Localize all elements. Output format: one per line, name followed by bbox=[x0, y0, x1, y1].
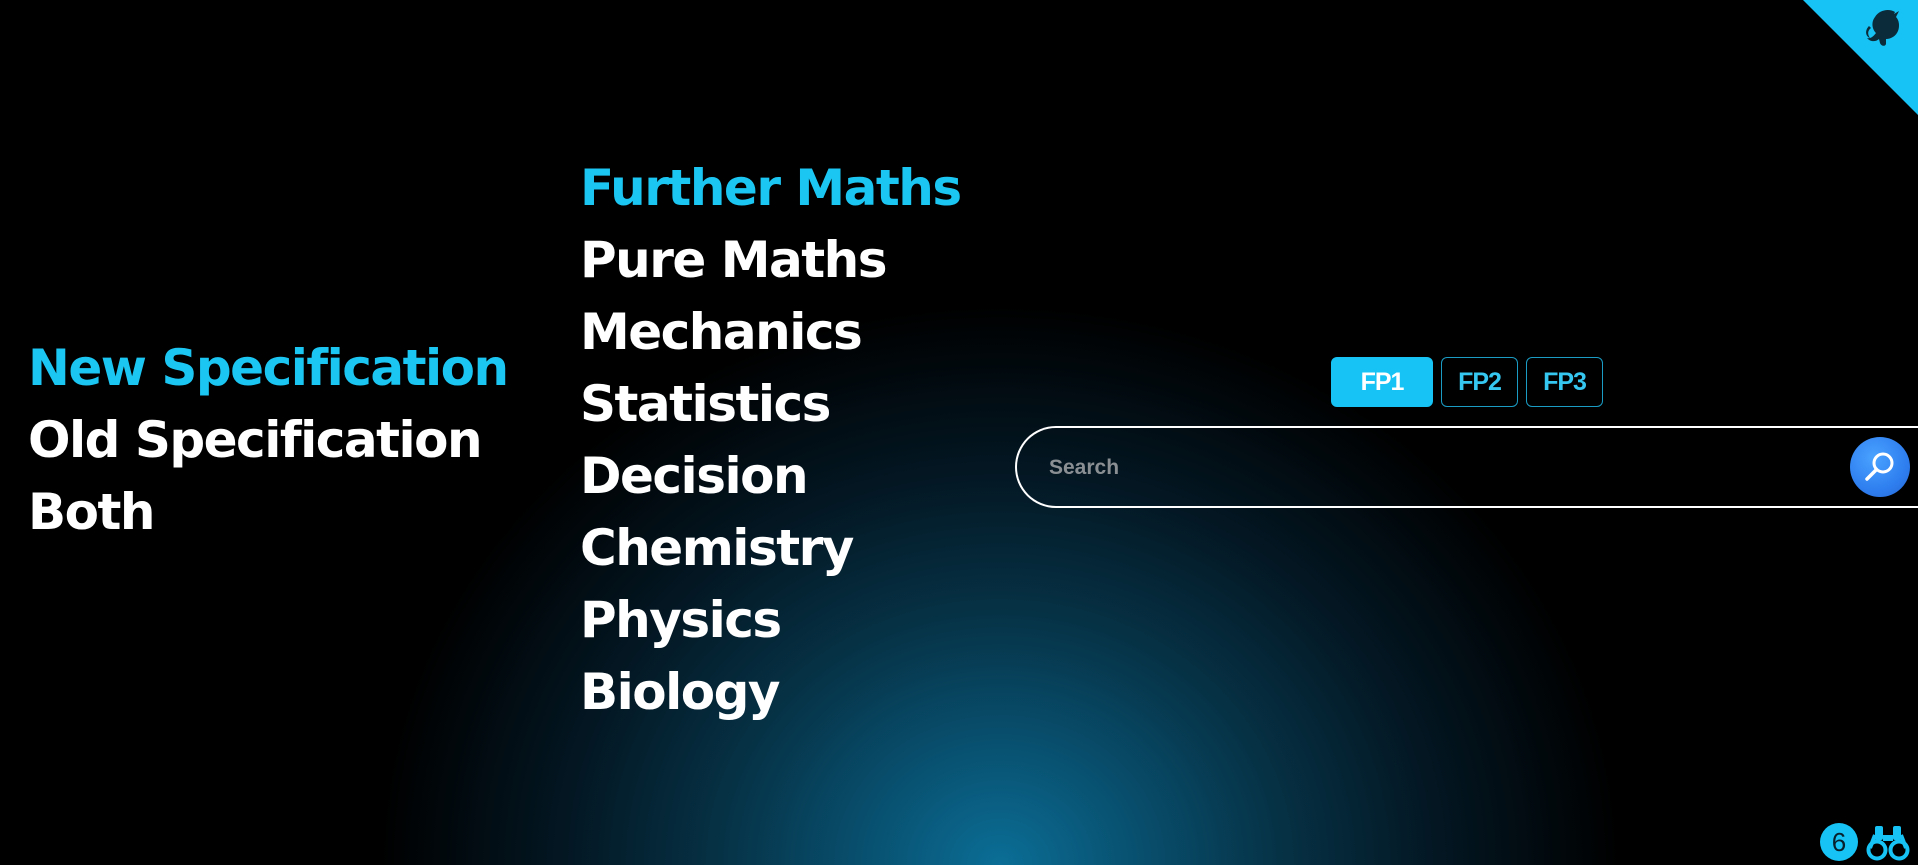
specification-menu: New Specification Old Specification Both bbox=[28, 332, 509, 548]
tab-fp2[interactable]: FP2 bbox=[1441, 357, 1518, 407]
count-badge[interactable]: 6 bbox=[1820, 823, 1858, 861]
subject-item-further-maths[interactable]: Further Maths bbox=[580, 152, 962, 224]
search-bar bbox=[1015, 426, 1918, 508]
module-tabs: FP1 FP2 FP3 bbox=[1331, 357, 1603, 407]
binoculars-icon[interactable] bbox=[1866, 823, 1910, 861]
tab-fp3[interactable]: FP3 bbox=[1526, 357, 1603, 407]
subject-item-mechanics[interactable]: Mechanics bbox=[580, 296, 961, 368]
tab-fp1[interactable]: FP1 bbox=[1331, 357, 1433, 407]
subject-item-chemistry[interactable]: Chemistry bbox=[580, 512, 961, 584]
search-button[interactable] bbox=[1850, 437, 1910, 497]
spec-item-new[interactable]: New Specification bbox=[28, 332, 509, 404]
search-icon bbox=[1865, 452, 1894, 481]
subject-item-statistics[interactable]: Statistics bbox=[580, 368, 961, 440]
github-octocat-icon bbox=[1803, 0, 1918, 115]
spec-item-old[interactable]: Old Specification bbox=[28, 404, 508, 476]
subject-menu: Further Maths Pure Maths Mechanics Stati… bbox=[580, 152, 962, 728]
spec-item-both[interactable]: Both bbox=[28, 476, 508, 548]
subject-item-pure-maths[interactable]: Pure Maths bbox=[580, 224, 961, 296]
subject-item-physics[interactable]: Physics bbox=[580, 584, 961, 656]
subject-item-biology[interactable]: Biology bbox=[580, 656, 961, 728]
subject-item-decision[interactable]: Decision bbox=[580, 440, 961, 512]
bottom-right-controls: 6 bbox=[1808, 815, 1918, 865]
github-corner-link[interactable] bbox=[1803, 0, 1918, 115]
search-input[interactable] bbox=[1047, 428, 1831, 508]
